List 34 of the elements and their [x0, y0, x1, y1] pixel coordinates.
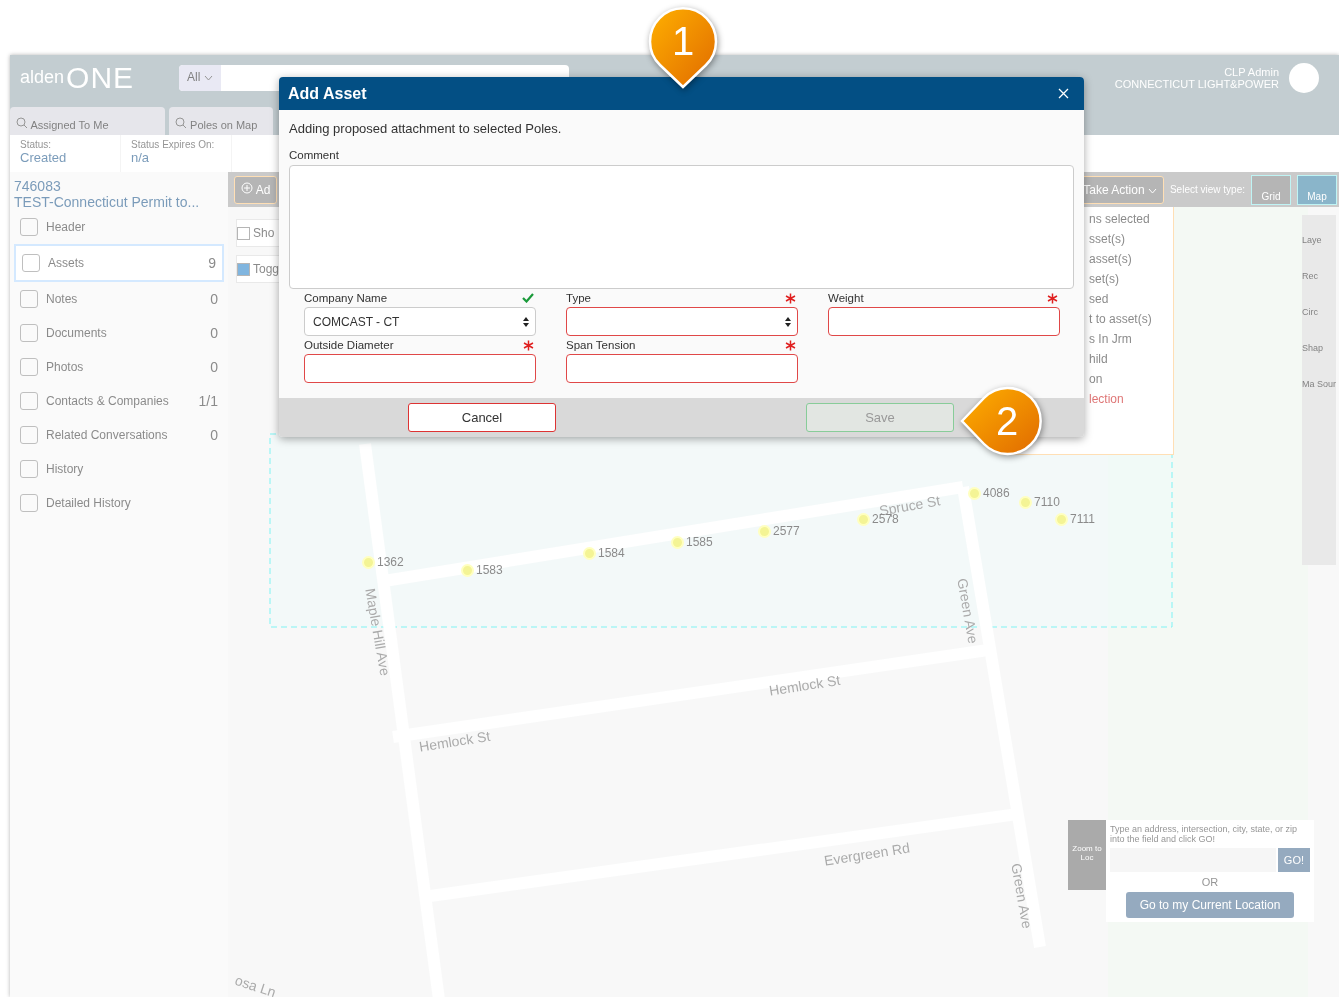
pole-label: 1585: [686, 535, 713, 549]
record-title: TEST-Connecticut Permit to...: [14, 194, 201, 210]
company-name: CONNECTICUT LIGHT&POWER: [1114, 77, 1279, 90]
street-label: osa Ln: [233, 972, 278, 997]
status-label: Status:: [20, 139, 53, 150]
record-number: 746083: [14, 178, 62, 194]
pole-label: 4086: [983, 486, 1010, 500]
field-label: Span Tension: [566, 339, 636, 351]
pole-label: 1362: [377, 555, 404, 569]
street-label: Evergreen Rd: [823, 839, 911, 869]
dialog-intro: Adding proposed attachment to selected Poles.: [289, 121, 563, 136]
dialog-title: Add Asset: [288, 84, 367, 103]
pole-label: 7110: [1034, 495, 1060, 509]
pole-label: 1584: [598, 546, 625, 560]
user-name: CLP Admin: [1224, 65, 1279, 78]
status-label: Status Expires On:: [131, 139, 216, 150]
status-value: n/a: [131, 150, 151, 165]
field-label: Weight: [828, 292, 864, 304]
field-label: Type: [566, 292, 591, 304]
street-label: Green Ave: [1008, 862, 1036, 930]
zoom-hint: Type an address, intersection, city, state, or zip into the field and click GO!: [1110, 824, 1298, 844]
pole-label: 7111: [1070, 512, 1095, 526]
street-label: Hemlock St: [418, 727, 492, 755]
app-logo: alden ONE: [20, 60, 135, 95]
pole-label: 1583: [476, 563, 503, 577]
street-label: Maple Hill Ave: [362, 587, 394, 677]
field-label: Company Name: [304, 292, 388, 304]
pole-label: 2577: [773, 524, 800, 538]
field-label: Comment: [289, 149, 340, 161]
street-label: Hemlock St: [768, 671, 842, 699]
or-label: OR: [1201, 876, 1219, 888]
field-label: Outside Diameter: [304, 339, 394, 351]
street-label: Green Ave: [954, 577, 982, 645]
status-value: Created: [20, 150, 68, 165]
